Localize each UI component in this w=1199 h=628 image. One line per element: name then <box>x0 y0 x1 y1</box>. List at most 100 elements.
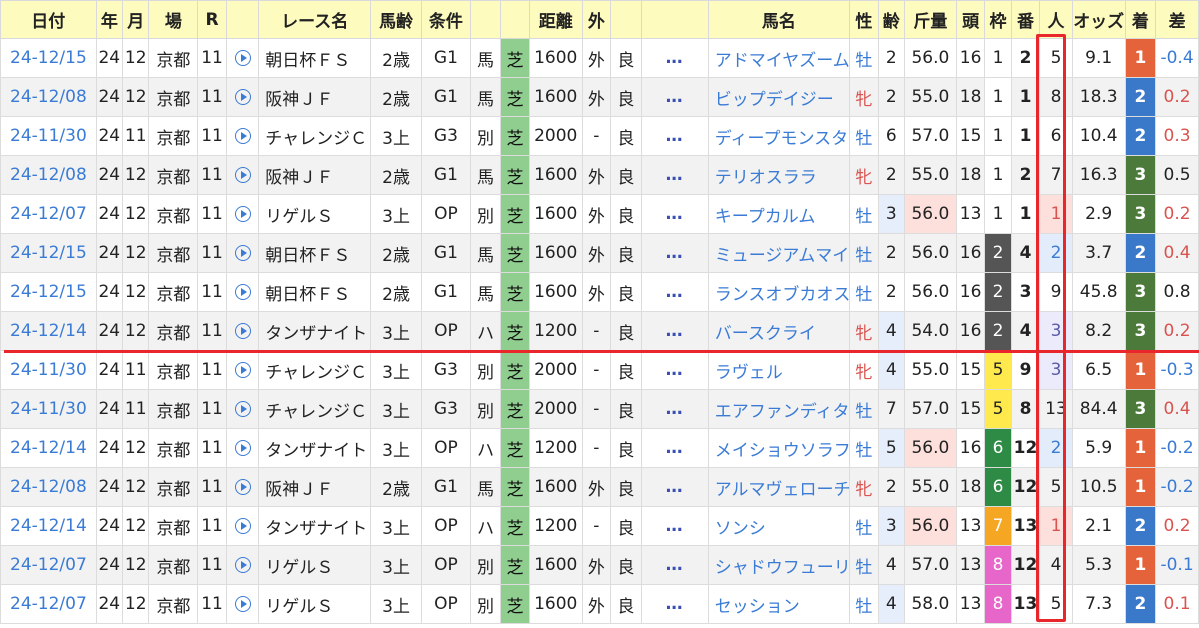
date-link[interactable]: 24-12/15 <box>0 38 97 78</box>
date-link[interactable]: 24-11/30 <box>0 350 97 390</box>
play-video-icon[interactable] <box>234 479 251 495</box>
date-link[interactable]: 24-12/08 <box>0 467 97 507</box>
table-row[interactable]: 24-12/15 24 12 京都 11 朝日杯ＦＳ 2歳 G1 馬芝 1600 外良… ランスオブカ… <box>0 272 1199 312</box>
play-video-icon[interactable] <box>234 518 251 534</box>
more-options-icon[interactable]: … <box>640 38 709 78</box>
header-finish[interactable]: 着 <box>1124 0 1157 39</box>
video-cell[interactable] <box>225 506 260 546</box>
video-cell[interactable] <box>225 272 260 312</box>
play-video-icon[interactable] <box>234 206 251 222</box>
more-options-icon[interactable]: … <box>640 350 709 390</box>
header-race-name[interactable]: レース名 <box>258 0 372 39</box>
play-video-icon[interactable] <box>234 245 251 261</box>
header-place[interactable]: 場 <box>148 0 199 39</box>
horse-name-link[interactable]: エアファンディタ <box>707 389 851 429</box>
horse-name-link[interactable]: メイショウソラフネ <box>707 428 851 468</box>
table-row[interactable]: 24-11/30 24 11 京都 11 チャレンジＣ 3上 G3 別芝 2000- 良… ラヴェル牝… <box>0 350 1199 390</box>
header-date[interactable]: 日付 <box>0 0 97 39</box>
play-video-icon[interactable] <box>234 323 251 339</box>
header-margin[interactable]: 差 <box>1155 0 1199 39</box>
header-popularity[interactable]: 人 <box>1039 0 1073 39</box>
header-race-number[interactable]: R <box>197 0 227 39</box>
more-options-icon[interactable]: … <box>640 545 709 585</box>
date-link[interactable]: 24-12/15 <box>0 233 97 273</box>
play-video-icon[interactable] <box>234 89 251 105</box>
play-video-icon[interactable] <box>234 440 251 456</box>
date-link[interactable]: 24-12/14 <box>0 311 97 351</box>
table-row[interactable]: 24-12/07 24 12 京都 11 リゲルＳ 3上 OP 別芝 1600 外良… キープカルム牡… <box>0 194 1199 234</box>
video-cell[interactable] <box>225 233 260 273</box>
video-cell[interactable] <box>225 467 260 507</box>
play-video-icon[interactable] <box>234 50 251 66</box>
video-cell[interactable] <box>225 584 260 624</box>
play-video-icon[interactable] <box>234 128 251 144</box>
header-weight[interactable]: 斤量 <box>903 0 957 39</box>
more-options-icon[interactable]: … <box>640 155 709 195</box>
date-link[interactable]: 24-12/08 <box>0 77 97 117</box>
horse-name-link[interactable]: キープカルム <box>707 194 851 234</box>
video-cell[interactable] <box>225 311 260 351</box>
play-video-icon[interactable] <box>234 557 251 573</box>
more-options-icon[interactable]: … <box>640 506 709 546</box>
horse-name-link[interactable]: ラヴェル <box>707 350 851 390</box>
video-cell[interactable] <box>225 38 260 78</box>
table-row[interactable]: 24-12/08 24 12 京都 11 阪神ＪＦ 2歳 G1 馬芝 1600 外良… テリオスララ牝… <box>0 155 1199 195</box>
horse-name-link[interactable]: ソンシ <box>707 506 851 546</box>
header-surface[interactable] <box>500 0 530 39</box>
more-options-icon[interactable]: … <box>640 428 709 468</box>
date-link[interactable]: 24-12/08 <box>0 155 97 195</box>
header-condition[interactable] <box>469 0 502 39</box>
horse-name-link[interactable]: ミュージアムマイル <box>707 233 851 273</box>
table-row[interactable]: 24-11/30 24 11 京都 11 チャレンジＣ 3上 G3 別芝 2000- 良… エアファン… <box>0 389 1199 429</box>
date-link[interactable]: 24-11/30 <box>0 116 97 156</box>
header-waku[interactable]: 枠 <box>984 0 1012 39</box>
header-age-condition[interactable]: 馬齢 <box>370 0 422 39</box>
table-row[interactable]: 24-12/07 24 12 京都 11 リゲルＳ 3上 OP 別芝 1600 外良… セッション牡 4… <box>0 584 1199 624</box>
horse-name-link[interactable]: ディープモンスター <box>707 116 851 156</box>
video-cell[interactable] <box>225 350 260 390</box>
more-options-icon[interactable]: … <box>640 116 709 156</box>
date-link[interactable]: 24-12/14 <box>0 506 97 546</box>
table-row[interactable]: 24-12/15 24 12 京都 11 朝日杯ＦＳ 2歳 G1 馬芝 1600 外良… アドマイヤズ… <box>0 38 1199 78</box>
horse-name-link[interactable]: ビップデイジー <box>707 77 851 117</box>
play-video-icon[interactable] <box>234 596 251 612</box>
more-options-icon[interactable]: … <box>640 272 709 312</box>
header-grade[interactable]: 条件 <box>420 0 471 39</box>
play-video-icon[interactable] <box>234 167 251 183</box>
horse-name-link[interactable]: アドマイヤズーム <box>707 38 851 78</box>
horse-name-link[interactable]: シャドウフューリー <box>707 545 851 585</box>
table-row[interactable]: 24-12/15 24 12 京都 11 朝日杯ＦＳ 2歳 G1 馬芝 1600 外良… ミュージアム… <box>0 233 1199 273</box>
header-ban[interactable]: 番 <box>1010 0 1041 39</box>
date-link[interactable]: 24-12/07 <box>0 584 97 624</box>
more-options-icon[interactable]: … <box>640 77 709 117</box>
table-row[interactable]: 24-12/08 24 12 京都 11 阪神ＪＦ 2歳 G1 馬芝 1600 外良… ビップデイジー… <box>0 77 1199 117</box>
table-row[interactable]: 24-12/14 24 12 京都 11 タンザナイト 3上 OP ハ芝 1200- 良… バースクラ… <box>0 311 1199 351</box>
date-link[interactable]: 24-12/07 <box>0 194 97 234</box>
play-video-icon[interactable] <box>234 401 251 417</box>
header-distance[interactable]: 距離 <box>528 0 583 39</box>
more-options-icon[interactable]: … <box>640 311 709 351</box>
date-link[interactable]: 24-12/07 <box>0 545 97 585</box>
table-row[interactable]: 24-11/30 24 11 京都 11 チャレンジＣ 3上 G3 別芝 2000- 良… ディープモ… <box>0 116 1199 156</box>
play-video-icon[interactable] <box>234 362 251 378</box>
more-options-icon[interactable]: … <box>640 389 709 429</box>
date-link[interactable]: 24-12/15 <box>0 272 97 312</box>
horse-name-link[interactable]: バースクライ <box>707 311 851 351</box>
horse-name-link[interactable]: ランスオブカオス <box>707 272 851 312</box>
more-options-icon[interactable]: … <box>640 194 709 234</box>
header-month[interactable]: 月 <box>122 0 150 39</box>
horse-name-link[interactable]: セッション <box>707 584 851 624</box>
date-link[interactable]: 24-11/30 <box>0 389 97 429</box>
table-row[interactable]: 24-12/07 24 12 京都 11 リゲルＳ 3上 OP 別芝 1600 外良… シャドウフュー… <box>0 545 1199 585</box>
header-heads[interactable]: 頭 <box>955 0 986 39</box>
table-row[interactable]: 24-12/14 24 12 京都 11 タンザナイト 3上 OP ハ芝 1200- 良… ソンシ牡 3… <box>0 506 1199 546</box>
horse-name-link[interactable]: アルマヴェローチェ <box>707 467 851 507</box>
header-year[interactable]: 年 <box>95 0 124 39</box>
video-cell[interactable] <box>225 77 260 117</box>
video-cell[interactable] <box>225 194 260 234</box>
header-odds[interactable]: オッズ <box>1071 0 1126 39</box>
header-video[interactable] <box>225 0 260 39</box>
more-options-icon[interactable]: … <box>640 584 709 624</box>
header-horse-name[interactable]: 馬名 <box>707 0 851 39</box>
horse-name-link[interactable]: テリオスララ <box>707 155 851 195</box>
